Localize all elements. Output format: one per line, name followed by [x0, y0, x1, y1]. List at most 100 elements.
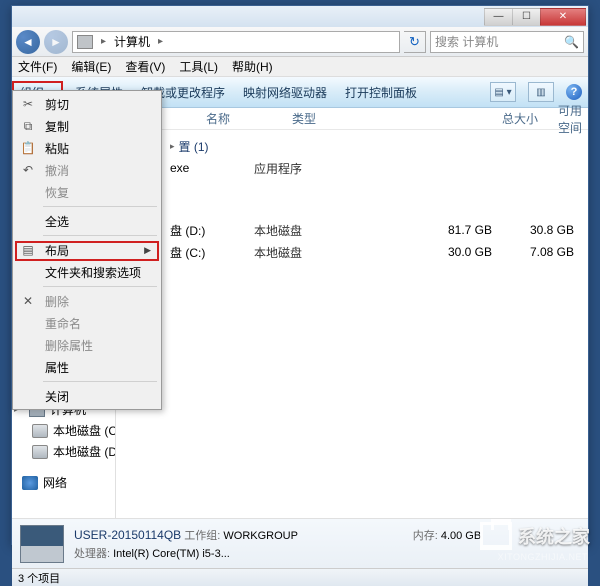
watermark-url: XITONGZHIJIA.NET: [498, 552, 588, 562]
blank-icon: [19, 264, 37, 280]
details-value: WORKGROUP: [223, 530, 298, 542]
menu-item-copy[interactable]: ⧉ 复制: [15, 115, 159, 137]
map-drive-button[interactable]: 映射网络驱动器: [243, 84, 327, 101]
blank-icon: [19, 337, 37, 353]
column-header-free[interactable]: 可用空间: [558, 102, 588, 136]
cell-free: 7.08 GB: [512, 245, 588, 259]
menu-item-folder-options[interactable]: 文件夹和搜索选项: [15, 261, 159, 283]
minimize-button[interactable]: —: [484, 8, 513, 26]
menu-edit[interactable]: 编辑(E): [71, 58, 111, 75]
close-button[interactable]: ✕: [540, 8, 586, 26]
cell-free: 30.8 GB: [512, 223, 588, 237]
cell-type: 本地磁盘: [254, 222, 394, 239]
cell-size: 81.7 GB: [394, 223, 512, 237]
menu-item-paste[interactable]: 📋 粘贴: [15, 137, 159, 159]
paste-icon: 📋: [19, 140, 37, 156]
watermark-text: 系统之家: [518, 523, 590, 549]
menu-separator: [43, 286, 157, 287]
menu-separator: [43, 206, 157, 207]
search-placeholder: 搜索 计算机: [435, 33, 498, 50]
list-item[interactable]: exe 应用程序: [116, 157, 588, 179]
status-text: 3 个项目: [18, 570, 60, 586]
menu-item-redo[interactable]: 恢复: [15, 181, 159, 203]
control-panel-button[interactable]: 打开控制面板: [345, 84, 417, 101]
menu-item-label: 删除: [45, 293, 69, 310]
menubar: 文件(F) 编辑(E) 查看(V) 工具(L) 帮助(H): [12, 57, 588, 77]
maximize-button[interactable]: ☐: [512, 8, 541, 26]
menu-item-label: 重命名: [45, 315, 81, 332]
menu-item-cut[interactable]: ✂ 剪切: [15, 93, 159, 115]
section-header[interactable]: ▸ 置 (1): [116, 130, 588, 157]
forward-button[interactable]: ►: [44, 30, 68, 54]
menu-item-properties[interactable]: 属性: [15, 356, 159, 378]
list-item[interactable]: 盘 (D:) 本地磁盘 81.7 GB 30.8 GB: [116, 219, 588, 241]
titlebar[interactable]: — ☐ ✕: [12, 6, 588, 27]
drive-icon: [32, 445, 48, 459]
menu-item-undo[interactable]: ↶ 撤消: [15, 159, 159, 181]
chevron-icon[interactable]: ▸: [154, 36, 167, 47]
menu-file[interactable]: 文件(F): [18, 58, 57, 75]
menu-item-label: 粘贴: [45, 140, 69, 157]
chevron-icon[interactable]: ▸: [97, 36, 110, 47]
explorer-window: — ☐ ✕ ◄ ► ▸ 计算机 ▸ ↻ 搜索 计算机 🔍 文件(F) 编辑(E)…: [11, 5, 589, 545]
column-headers: 名称 类型 总大小 可用空间: [116, 108, 588, 130]
cell-type: 本地磁盘: [254, 244, 394, 261]
file-list: 名称 类型 总大小 可用空间 ▸ 置 (1) exe 应用程序 盘 (D:) 本…: [116, 108, 588, 518]
delete-icon: ✕: [19, 293, 37, 309]
details-label: 内存:: [413, 530, 438, 542]
preview-pane-button[interactable]: ▥: [528, 82, 554, 102]
column-header-name[interactable]: 名称: [206, 110, 292, 127]
menu-item-label: 文件夹和搜索选项: [45, 264, 141, 281]
drive-icon: [32, 424, 48, 438]
submenu-arrow-icon: ▶: [144, 245, 151, 256]
back-button[interactable]: ◄: [16, 30, 40, 54]
search-icon[interactable]: 🔍: [564, 35, 579, 49]
menu-item-label: 关闭: [45, 388, 69, 405]
undo-icon: ↶: [19, 162, 37, 178]
view-mode-button[interactable]: ▤ ▾: [490, 82, 516, 102]
cell-size: 30.0 GB: [394, 245, 512, 259]
copy-icon: ⧉: [19, 118, 37, 134]
menu-separator: [43, 235, 157, 236]
sidebar-item-label: 本地磁盘 (D: [53, 443, 116, 460]
menu-item-label: 属性: [45, 359, 69, 376]
menu-item-label: 布局: [45, 242, 69, 259]
menu-item-select-all[interactable]: 全选: [15, 210, 159, 232]
menu-item-delete[interactable]: ✕ 删除: [15, 290, 159, 312]
sidebar-item-label: 网络: [43, 474, 67, 491]
help-icon[interactable]: ?: [566, 84, 582, 100]
navigation-bar: ◄ ► ▸ 计算机 ▸ ↻ 搜索 计算机 🔍: [12, 27, 588, 57]
menu-item-label: 全选: [45, 213, 69, 230]
menu-item-layout[interactable]: ▤ 布局 ▶: [15, 239, 159, 261]
section-label: 置 (1): [179, 138, 209, 155]
menu-help[interactable]: 帮助(H): [232, 58, 273, 75]
menu-view[interactable]: 查看(V): [125, 58, 165, 75]
menu-item-label: 撤消: [45, 162, 69, 179]
watermark-icon: [480, 522, 512, 550]
column-header-type[interactable]: 类型: [292, 110, 442, 127]
cell-name: 盘 (D:): [170, 222, 254, 239]
network-icon: [22, 476, 38, 490]
breadcrumb[interactable]: 计算机: [114, 33, 150, 50]
column-header-size[interactable]: 总大小: [442, 110, 558, 127]
computer-large-icon: [20, 525, 64, 563]
cell-type: 应用程序: [254, 160, 394, 177]
address-bar[interactable]: ▸ 计算机 ▸: [72, 31, 400, 53]
list-item[interactable]: 盘 (C:) 本地磁盘 30.0 GB 7.08 GB: [116, 241, 588, 263]
search-input[interactable]: 搜索 计算机 🔍: [430, 31, 584, 53]
refresh-button[interactable]: ↻: [404, 31, 426, 53]
status-bar: 3 个项目: [12, 568, 588, 586]
sidebar-item-drive-c[interactable]: 本地磁盘 (C: [12, 420, 115, 441]
menu-item-remove-props[interactable]: 删除属性: [15, 334, 159, 356]
redo-icon: [19, 184, 37, 200]
sidebar-item-drive-d[interactable]: 本地磁盘 (D: [12, 441, 115, 462]
menu-item-label: 剪切: [45, 96, 69, 113]
sidebar-item-network[interactable]: 网络: [12, 472, 115, 493]
menu-tools[interactable]: 工具(L): [179, 58, 218, 75]
organize-menu: ✂ 剪切 ⧉ 复制 📋 粘贴 ↶ 撤消 恢复 全选 ▤ 布局 ▶: [12, 90, 162, 410]
menu-item-close[interactable]: 关闭: [15, 385, 159, 407]
details-title: USER-20150114QB: [74, 528, 181, 542]
menu-item-rename[interactable]: 重命名: [15, 312, 159, 334]
blank-icon: [19, 213, 37, 229]
blank-icon: [19, 315, 37, 331]
